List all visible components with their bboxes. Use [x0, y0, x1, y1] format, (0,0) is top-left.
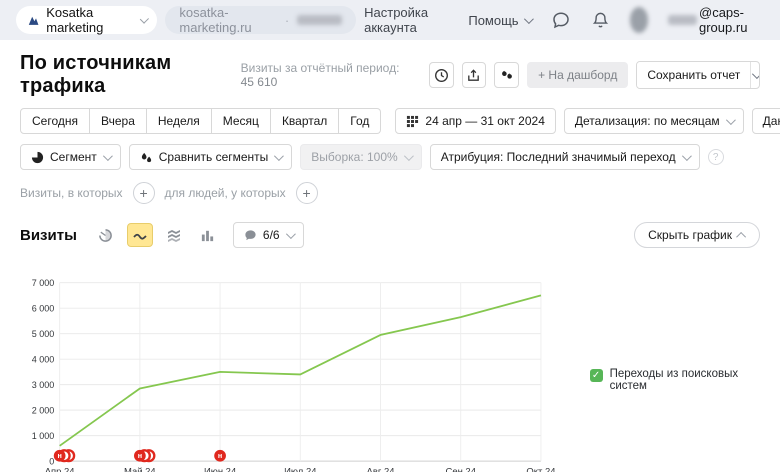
- counter-id-blurred: [297, 15, 342, 25]
- chevron-down-icon: [103, 151, 113, 161]
- chevron-down-icon: [286, 229, 296, 239]
- chart-type-pie-button[interactable]: [93, 223, 119, 247]
- email-prefix-blurred: [668, 15, 697, 25]
- visits-condition-label: Визиты, в которых: [20, 186, 123, 200]
- email-domain: @caps-group.ru: [699, 5, 764, 35]
- period-tabs: Сегодня Вчера Неделя Месяц Квартал Год: [20, 108, 381, 134]
- chevron-down-icon: [682, 151, 692, 161]
- svg-text:Июл 24: Июл 24: [284, 467, 316, 472]
- add-to-dashboard-button[interactable]: + На дашборд: [527, 62, 628, 88]
- svg-text:н: н: [138, 451, 142, 460]
- period-tab-week[interactable]: Неделя: [147, 108, 212, 134]
- period-tab-year[interactable]: Год: [339, 108, 381, 134]
- metrica-logo-icon: [28, 13, 39, 27]
- pie-segment-icon: [31, 151, 44, 164]
- comment-bubble-icon: [244, 229, 257, 242]
- visits-period-value: 45 610: [241, 75, 278, 89]
- chevron-down-icon: [726, 115, 736, 125]
- commas-button[interactable]: [494, 62, 519, 88]
- save-report-button[interactable]: Сохранить отчет: [637, 62, 750, 88]
- counter-domain: kosatka-marketing.ru: [179, 5, 276, 35]
- history-clock-button[interactable]: [429, 62, 454, 88]
- add-visit-condition-button[interactable]: +: [133, 182, 155, 204]
- svg-text:6 000: 6 000: [32, 303, 55, 313]
- legend-checkbox-checked[interactable]: ✓: [590, 369, 603, 382]
- svg-text:Сен 24: Сен 24: [446, 467, 476, 472]
- save-report-dropdown[interactable]: [750, 62, 759, 88]
- compare-segments-dropdown[interactable]: Сравнить сегменты: [129, 144, 293, 170]
- chart-type-areas-button[interactable]: [161, 223, 187, 247]
- svg-text:7 000: 7 000: [32, 278, 55, 288]
- chevron-up-icon: [736, 231, 746, 241]
- compare-drops-icon: [140, 151, 153, 164]
- comments-count: 6/6: [263, 228, 280, 242]
- chevron-down-icon: [752, 69, 760, 79]
- sampling-dropdown[interactable]: Выборка: 100%: [300, 144, 421, 170]
- chat-icon[interactable]: [551, 10, 571, 30]
- page-title: По источникам трафика: [20, 52, 241, 98]
- svg-text:н: н: [57, 451, 61, 460]
- top-header-bar: Kosatka marketing kosatka-marketing.ru ·…: [0, 0, 780, 40]
- detail-dropdown[interactable]: Детализация: по месяцам: [564, 108, 744, 134]
- svg-text:Окт 24: Окт 24: [526, 467, 555, 472]
- chart-type-columns-button[interactable]: [195, 223, 221, 247]
- period-tab-quarter[interactable]: Квартал: [271, 108, 339, 134]
- counter-domain-pill[interactable]: kosatka-marketing.ru ·: [165, 6, 356, 34]
- save-report-group: Сохранить отчет: [636, 61, 760, 89]
- svg-text:Авг 24: Авг 24: [367, 467, 395, 472]
- add-people-condition-button[interactable]: +: [296, 182, 318, 204]
- visits-period-summary: Визиты за отчётный период: 45 610: [241, 61, 415, 89]
- data-mode-dropdown[interactable]: Данные: с роботами: [752, 108, 780, 134]
- comments-dropdown[interactable]: 6/6: [233, 222, 304, 248]
- help-icon[interactable]: ?: [708, 149, 724, 165]
- legend-item-search-traffic[interactable]: ✓ Переходы из поисковых систем: [590, 368, 760, 472]
- hide-chart-button[interactable]: Скрыть график: [634, 222, 760, 248]
- svg-text:2 000: 2 000: [32, 405, 55, 415]
- export-share-button[interactable]: [462, 62, 487, 88]
- period-tab-yesterday[interactable]: Вчера: [90, 108, 147, 134]
- svg-text:Апр 24: Апр 24: [45, 467, 75, 472]
- date-range-button[interactable]: 24 апр — 31 окт 2024: [395, 108, 555, 134]
- chevron-down-icon: [524, 14, 534, 24]
- svg-text:3 000: 3 000: [32, 380, 55, 390]
- segment-dropdown[interactable]: Сегмент: [20, 144, 121, 170]
- counter-selector[interactable]: Kosatka marketing: [16, 6, 157, 34]
- chevron-down-icon: [404, 151, 414, 161]
- user-avatar[interactable]: [630, 7, 648, 33]
- attribution-dropdown[interactable]: Атрибуция: Последний значимый переход: [430, 144, 700, 170]
- svg-text:1 000: 1 000: [32, 431, 55, 441]
- notifications-bell-icon[interactable]: [591, 10, 610, 30]
- user-email[interactable]: @caps-group.ru: [668, 5, 764, 35]
- dot-separator: ·: [285, 13, 289, 28]
- svg-text:4 000: 4 000: [32, 354, 55, 364]
- visits-line-chart[interactable]: 0 1 000 2 000 3 000 4 000 5 000 6 000 7 000 Апр …: [20, 256, 572, 472]
- help-menu[interactable]: Помощь: [468, 13, 530, 28]
- svg-text:0: 0: [49, 456, 54, 466]
- period-tab-month[interactable]: Месяц: [212, 108, 271, 134]
- calendar-grid-icon: [406, 115, 419, 128]
- chevron-down-icon: [139, 14, 148, 23]
- account-settings-link[interactable]: Настройка аккаунта: [364, 5, 448, 35]
- chevron-down-icon: [274, 151, 284, 161]
- chart-type-line-button[interactable]: [127, 223, 153, 247]
- svg-text:5 000: 5 000: [32, 329, 55, 339]
- counter-name: Kosatka marketing: [46, 5, 132, 35]
- period-tab-today[interactable]: Сегодня: [20, 108, 90, 134]
- svg-text:Май 24: Май 24: [124, 467, 156, 472]
- svg-text:н: н: [218, 451, 222, 460]
- legend-label: Переходы из поисковых систем: [610, 368, 760, 392]
- metric-label: Визиты: [20, 227, 77, 244]
- people-condition-label: для людей, у которых: [165, 186, 286, 200]
- svg-text:Июн 24: Июн 24: [204, 467, 236, 472]
